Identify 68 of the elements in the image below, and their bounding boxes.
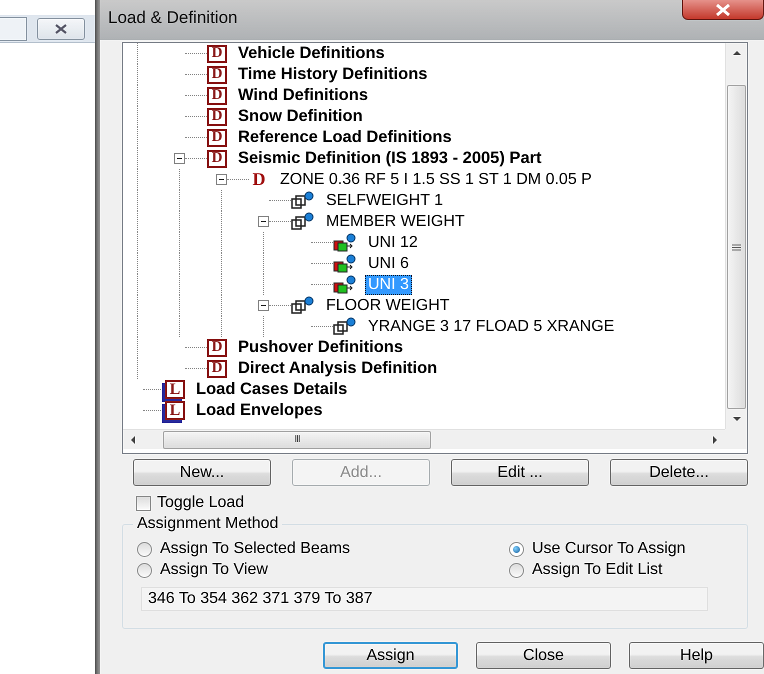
action-button[interactable]: Edit ...	[451, 459, 589, 486]
collapse-toggle-icon[interactable]	[258, 216, 269, 227]
vertical-scrollbar[interactable]	[725, 43, 747, 429]
radio-label[interactable]: Use Cursor To Assign	[532, 540, 686, 558]
action-button[interactable]: Delete...	[610, 459, 748, 486]
checkbox[interactable]	[136, 496, 151, 510]
tree-item[interactable]: Load Envelopes	[193, 400, 326, 421]
colored-cubes-icon	[333, 254, 357, 274]
boxed-letter-icon: D	[207, 338, 227, 356]
collapse-toggle-icon[interactable]	[216, 174, 227, 185]
boxed-letter-icon: D	[207, 86, 227, 104]
tree-item[interactable]: FLOOR WEIGHT	[323, 296, 453, 316]
scroll-thumb[interactable]: III	[163, 430, 431, 448]
radio-label[interactable]: Assign To Selected Beams	[160, 540, 350, 558]
boxed-letter-icon: L	[165, 401, 185, 420]
tree-item[interactable]: Seismic Definition (IS 1893 - 2005) Part	[235, 148, 545, 169]
boxed-letter-icon: D	[207, 360, 227, 378]
cube-sphere-icon	[291, 212, 315, 232]
colored-cubes-icon	[333, 274, 357, 294]
cube-sphere-icon	[333, 316, 357, 336]
tree-item[interactable]: Load Cases Details	[193, 379, 350, 400]
collapse-toggle-icon[interactable]	[258, 300, 269, 311]
window-edge	[0, 16, 27, 40]
close-icon	[53, 24, 69, 34]
collapse-toggle-icon[interactable]	[174, 153, 185, 164]
radio-label[interactable]: Assign To Edit List	[532, 561, 662, 579]
boxed-letter-icon: L	[165, 380, 185, 399]
boxed-letter-icon: D	[207, 108, 227, 126]
dialog-button[interactable]: Assign	[323, 642, 458, 669]
group-title: Assignment Method	[133, 515, 282, 533]
close-button[interactable]	[37, 18, 85, 40]
boxed-letter-icon: D	[207, 66, 227, 84]
radio-button[interactable]	[509, 562, 524, 578]
radio-button[interactable]	[137, 542, 152, 556]
tree-item[interactable]: MEMBER WEIGHT	[323, 212, 468, 232]
tree-item[interactable]: Time History Definitions	[235, 64, 430, 85]
dialog-button[interactable]: Close	[476, 642, 611, 669]
tree-item[interactable]: Pushover Definitions	[235, 337, 406, 358]
boxed-letter-icon: D	[207, 150, 227, 168]
close-icon	[715, 4, 731, 16]
action-button[interactable]: New...	[133, 459, 271, 486]
window-title: Load & Definition	[108, 8, 238, 28]
radio-label[interactable]: Assign To View	[160, 561, 268, 579]
tree-item[interactable]: UNI 6	[365, 254, 412, 274]
tree-item[interactable]: Direct Analysis Definition	[235, 358, 440, 379]
cube-sphere-icon	[291, 190, 315, 210]
radio-button[interactable]	[509, 542, 524, 556]
checkbox-label[interactable]: Toggle Load	[157, 494, 244, 512]
tree-item[interactable]: Vehicle Definitions	[235, 43, 388, 64]
scroll-thumb[interactable]	[727, 85, 746, 409]
tree-item[interactable]: YRANGE 3 17 FLOAD 5 XRANGE	[365, 316, 618, 336]
dialog-button[interactable]: Help	[629, 642, 764, 669]
cube-sphere-icon	[291, 296, 315, 316]
tree-item[interactable]: Wind Definitions	[235, 85, 372, 106]
boxed-letter-icon: D	[207, 44, 227, 62]
radio-button[interactable]	[137, 562, 152, 578]
tree-item[interactable]: UNI 12	[365, 232, 421, 252]
colored-cubes-icon	[333, 232, 357, 252]
letter-icon: D	[249, 169, 269, 190]
tree-item[interactable]: SELFWEIGHT 1	[323, 190, 446, 210]
horizontal-scrollbar[interactable]: III	[123, 429, 725, 449]
tree-item[interactable]: Snow Definition	[235, 106, 366, 127]
boxed-letter-icon: D	[207, 128, 227, 146]
load-tree[interactable]	[122, 42, 748, 454]
close-button[interactable]	[682, 0, 764, 20]
list-field[interactable]: 346 To 354 362 371 379 To 387	[141, 587, 708, 611]
tree-item[interactable]: ZONE 0.36 RF 5 I 1.5 SS 1 ST 1 DM 0.05 P	[277, 170, 595, 190]
tree-item[interactable]: Reference Load Definitions	[235, 127, 455, 148]
